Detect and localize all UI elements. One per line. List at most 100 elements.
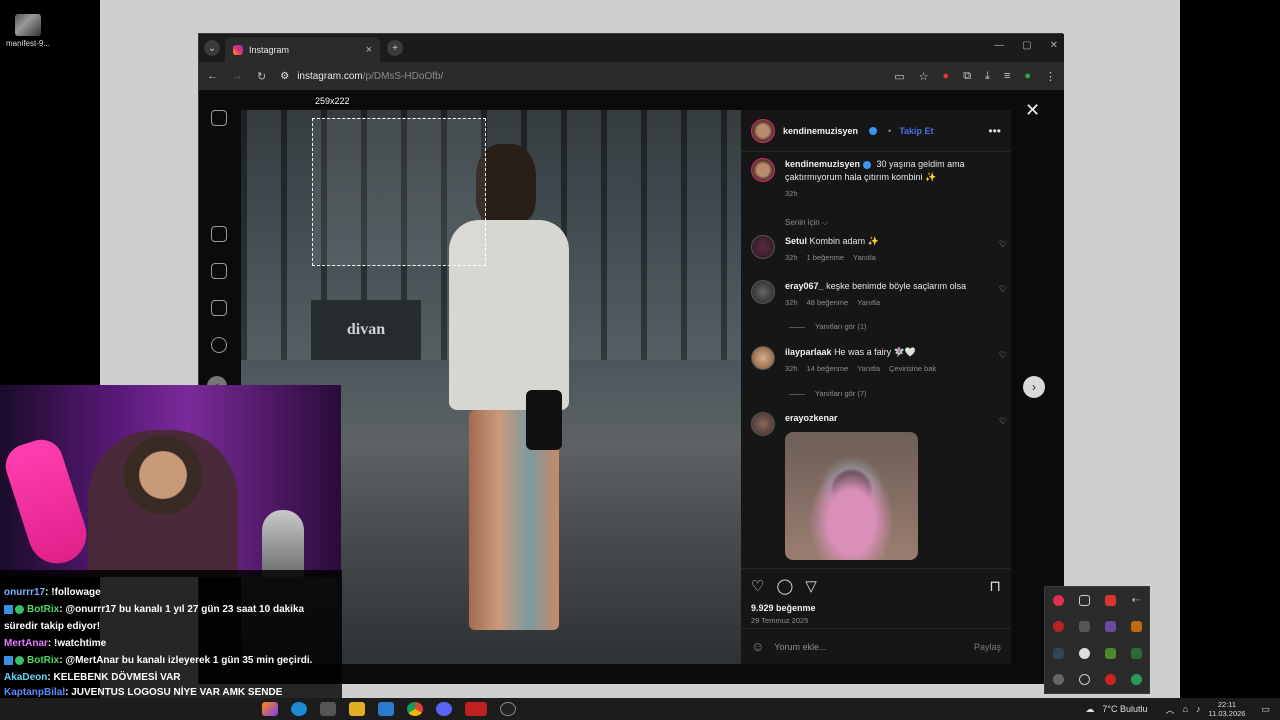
- like-comment-heart-icon[interactable]: ♡: [999, 284, 1007, 309]
- send-icon[interactable]: [211, 300, 227, 316]
- new-tab-button[interactable]: +: [387, 40, 403, 56]
- likes-count[interactable]: 9.929 beğenme: [751, 603, 1001, 613]
- site-info-icon[interactable]: ⚙: [280, 71, 289, 82]
- file-explorer-icon[interactable]: [349, 702, 365, 716]
- comment-username[interactable]: ilayparlaak: [785, 347, 832, 357]
- tray-app-icon[interactable]: [1052, 594, 1064, 606]
- extension-red-icon[interactable]: ●: [943, 70, 950, 82]
- obs-icon[interactable]: [500, 702, 516, 716]
- usb-icon[interactable]: [1078, 594, 1090, 606]
- chat-username: MertAnar: [4, 638, 48, 649]
- reply-button[interactable]: Yanıtla: [857, 296, 880, 309]
- share-send-icon[interactable]: ▽: [805, 577, 817, 595]
- tray-app-icon[interactable]: [1104, 621, 1116, 633]
- tab-close-icon[interactable]: ×: [366, 44, 372, 56]
- verified-badge-icon: [15, 604, 24, 614]
- post-username[interactable]: kendinemuzisyen: [783, 126, 858, 136]
- cast-icon[interactable]: ▭: [894, 70, 904, 83]
- tray-app-icon[interactable]: [1078, 674, 1090, 686]
- clock[interactable]: 22:11 11.03.2026: [1209, 700, 1246, 718]
- notification-icon[interactable]: ▭: [1261, 704, 1270, 715]
- home-icon[interactable]: [211, 226, 227, 242]
- media-icon[interactable]: ≡: [1004, 70, 1010, 82]
- reply-button[interactable]: Yanıtla: [853, 251, 876, 264]
- tray-app-icon[interactable]: [1078, 621, 1090, 633]
- post-comment-button[interactable]: Paylaş: [974, 642, 1001, 652]
- emoji-icon[interactable]: ☺: [751, 639, 764, 654]
- avatar[interactable]: [751, 412, 775, 436]
- screenshot-selection-box[interactable]: [312, 118, 486, 266]
- tray-chevron-icon[interactable]: ︿: [1166, 703, 1175, 716]
- tray-app-icon[interactable]: [1104, 647, 1116, 659]
- network-icon[interactable]: ⌂: [1183, 704, 1188, 714]
- comment-sort-dropdown[interactable]: Senin için ⌵: [785, 218, 828, 228]
- tray-app-icon[interactable]: [1052, 647, 1064, 659]
- search-icon[interactable]: [211, 337, 227, 353]
- like-comment-heart-icon[interactable]: ♡: [999, 416, 1007, 436]
- mail-icon[interactable]: [378, 702, 394, 716]
- avatar[interactable]: [751, 346, 775, 370]
- chrome-icon[interactable]: [407, 702, 423, 716]
- avatar[interactable]: [751, 280, 775, 304]
- tray-app-icon[interactable]: [1052, 621, 1064, 633]
- comment-username[interactable]: erayozkenar: [785, 413, 838, 423]
- discord-icon[interactable]: [436, 702, 452, 716]
- comment-username[interactable]: Setul: [785, 236, 807, 246]
- weather-icon[interactable]: ☁: [1085, 704, 1094, 715]
- extensions-puzzle-icon[interactable]: ⧉: [963, 70, 971, 83]
- video-app-icon[interactable]: [465, 702, 487, 716]
- comment-bubble-icon[interactable]: ◯: [776, 577, 793, 595]
- close-window-button[interactable]: ✕: [1050, 40, 1058, 51]
- view-replies-button[interactable]: Yanıtları gör (7): [789, 389, 867, 398]
- comment-username[interactable]: eray067_: [785, 281, 824, 291]
- tab-instagram[interactable]: Instagram ×: [225, 37, 380, 62]
- tray-app-icon[interactable]: [1130, 621, 1142, 633]
- like-comment-heart-icon[interactable]: ♡: [999, 239, 1007, 264]
- maximize-button[interactable]: ▢: [1022, 40, 1031, 51]
- menu-kebab-icon[interactable]: ⋮: [1045, 70, 1056, 83]
- comment-likes[interactable]: 14 beğenme: [807, 362, 849, 375]
- desktop-file-icon[interactable]: manifest-9...: [4, 14, 52, 54]
- back-arrow-icon[interactable]: ←: [207, 70, 218, 82]
- tray-app-icon[interactable]: [1078, 647, 1090, 659]
- see-translation-button[interactable]: Çevirisine bak: [889, 362, 936, 375]
- reels-icon[interactable]: [211, 263, 227, 279]
- tray-app-icon[interactable]: [1104, 594, 1116, 606]
- like-comment-heart-icon[interactable]: ♡: [999, 350, 1007, 375]
- tray-app-icon[interactable]: [1052, 674, 1064, 686]
- weather-text[interactable]: 7°C Bulutlu: [1102, 704, 1147, 714]
- instagram-logo-icon[interactable]: [211, 110, 227, 126]
- save-bookmark-icon[interactable]: ⊓: [989, 577, 1001, 595]
- tab-search-icon[interactable]: ⌄: [204, 40, 220, 56]
- tray-app-icon[interactable]: [1130, 674, 1142, 686]
- tray-arrow-icon[interactable]: ⇠: [1132, 595, 1140, 606]
- reload-icon[interactable]: ↻: [257, 70, 266, 83]
- tray-app-icon[interactable]: [1104, 674, 1116, 686]
- copilot-icon[interactable]: [262, 702, 278, 716]
- follow-button[interactable]: Takip Et: [899, 126, 933, 136]
- tray-app-icon[interactable]: [1130, 647, 1142, 659]
- bookmark-star-icon[interactable]: ☆: [919, 70, 929, 83]
- avatar[interactable]: [751, 158, 775, 182]
- avatar[interactable]: [751, 235, 775, 259]
- store-icon[interactable]: [320, 702, 336, 716]
- edge-icon[interactable]: [291, 702, 307, 716]
- comment-gif-raccoon[interactable]: [785, 432, 918, 560]
- close-icon[interactable]: ✕: [1025, 100, 1040, 121]
- avatar[interactable]: [751, 118, 775, 143]
- comment-likes[interactable]: 48 beğenme: [807, 296, 849, 309]
- caption-username[interactable]: kendinemuzisyen: [785, 159, 860, 169]
- url-field[interactable]: ⚙ instagram.com/p/DMsS-HDoOfb/: [280, 71, 443, 82]
- reply-button[interactable]: Yanıtla: [857, 362, 880, 375]
- volume-icon[interactable]: ♪: [1196, 704, 1201, 714]
- view-replies-button[interactable]: Yanıtları gör (1): [789, 322, 867, 331]
- forward-arrow-icon[interactable]: →: [232, 70, 243, 82]
- minimize-button[interactable]: —: [994, 40, 1004, 51]
- like-heart-icon[interactable]: ♡: [751, 577, 764, 595]
- download-icon[interactable]: ⤓: [985, 70, 990, 83]
- profile-icon[interactable]: ●: [1024, 70, 1031, 82]
- comment-input[interactable]: Yorum ekle...: [774, 642, 826, 652]
- comment-likes[interactable]: 1 beğenme: [807, 251, 845, 264]
- next-post-icon[interactable]: ›: [1023, 376, 1045, 398]
- more-options-icon[interactable]: •••: [988, 124, 1001, 138]
